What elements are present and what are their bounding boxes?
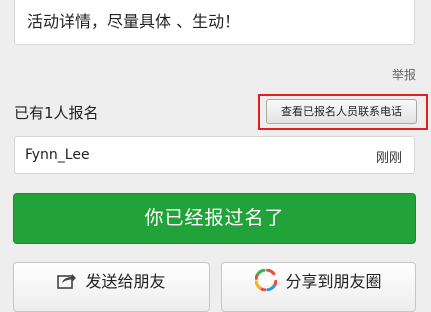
- send-to-friend-label: 发送给朋友: [85, 272, 166, 291]
- send-to-friend-button[interactable]: 发送给朋友: [13, 262, 210, 312]
- signup-entry-time: 刚刚: [375, 151, 402, 166]
- share-to-moments-label: 分享到朋友圈: [285, 272, 382, 291]
- view-contacts-button[interactable]: 查看已报名人员联系电话: [266, 99, 417, 124]
- share-to-moments-button[interactable]: 分享到朋友圈: [221, 262, 416, 312]
- signup-entry-name: Fynn_Lee: [25, 147, 90, 163]
- moments-aperture-icon: [255, 269, 278, 291]
- already-registered-button[interactable]: 你已经报过名了: [13, 193, 416, 244]
- signup-entry-row: Fynn_Lee 刚刚: [14, 136, 415, 174]
- activity-description-text: 活动详情，尽量具体 、生动！: [27, 12, 241, 31]
- signup-count-label: 已有1人报名: [14, 104, 99, 122]
- activity-description-field[interactable]: 活动详情，尽量具体 、生动！: [14, 0, 415, 45]
- share-arrow-icon: [57, 271, 77, 289]
- report-link[interactable]: 举报: [392, 66, 416, 83]
